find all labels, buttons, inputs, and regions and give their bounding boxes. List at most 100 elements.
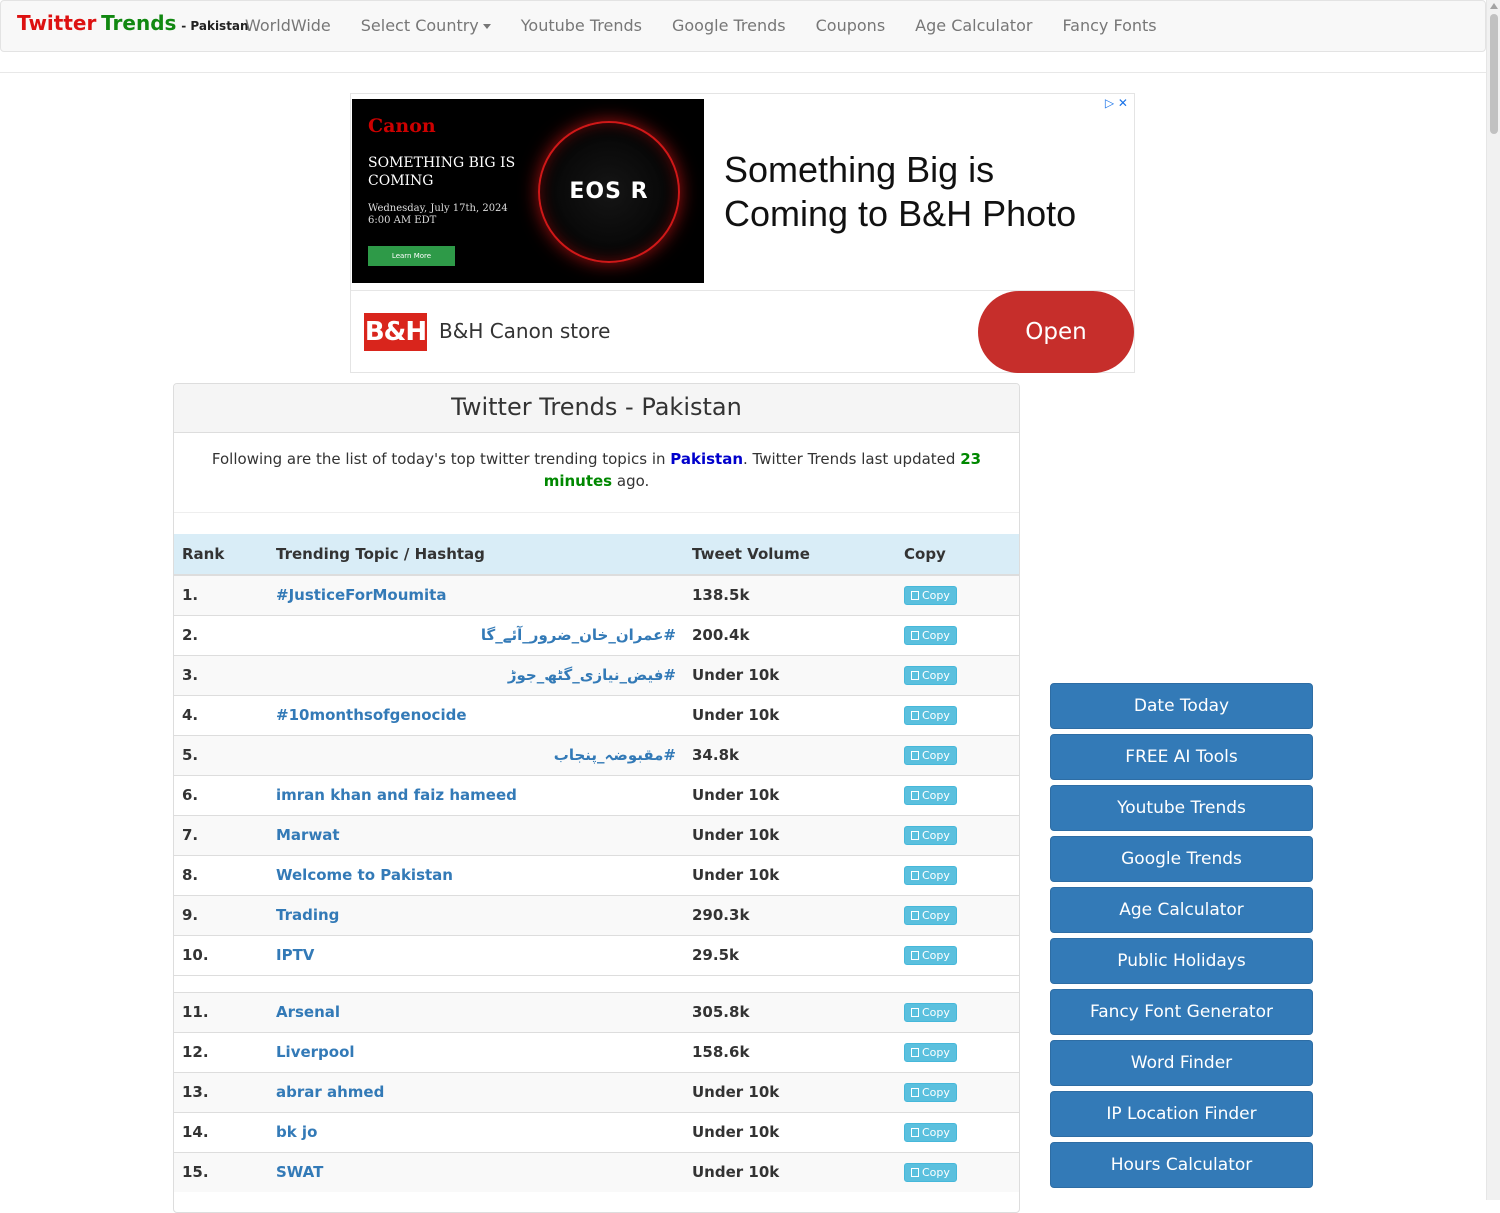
copy-icon <box>911 1088 919 1097</box>
copy-button[interactable]: Copy <box>904 1163 957 1183</box>
copy-button[interactable]: Copy <box>904 706 957 725</box>
table-row: 13. abrar ahmed Under 10k Copy <box>174 1071 1019 1112</box>
copy-cell: Copy <box>896 814 1019 855</box>
copy-icon <box>911 591 919 601</box>
copy-icon <box>911 911 919 920</box>
copy-icon <box>911 1048 919 1057</box>
header-rank: Rank <box>174 534 268 576</box>
nav-select-country[interactable]: Select Country <box>346 1 506 51</box>
trend-topic-link[interactable]: Trading <box>268 894 684 935</box>
copy-button[interactable]: Copy <box>904 666 957 685</box>
trend-topic-link[interactable]: imran khan and faiz hameed <box>268 774 684 815</box>
copy-icon <box>911 631 919 640</box>
trend-topic-link[interactable]: #عمران_خان_ضرور_آئے_گا <box>268 614 684 655</box>
copy-cell: Copy <box>896 1151 1019 1192</box>
copy-button[interactable]: Copy <box>904 1043 957 1062</box>
copy-button[interactable]: Copy <box>904 866 957 885</box>
trend-topic-link[interactable]: Welcome to Pakistan <box>268 854 684 895</box>
trend-topic-link[interactable]: bk jo <box>268 1111 684 1152</box>
header-topic: Trending Topic / Hashtag <box>268 534 684 576</box>
sidebar-link-google-trends[interactable]: Google Trends <box>1050 836 1313 882</box>
trend-rank: 12. <box>174 1031 268 1072</box>
sidebar-link-hours-calculator[interactable]: Hours Calculator <box>1050 1142 1313 1188</box>
copy-button[interactable]: Copy <box>904 946 957 965</box>
copy-icon <box>911 951 919 960</box>
sidebar-link-fancy-font-generator[interactable]: Fancy Font Generator <box>1050 989 1313 1035</box>
table-row: 4. #10monthsofgenocide Under 10k Copy <box>174 694 1019 735</box>
sidebar-link-ip-location-finder[interactable]: IP Location Finder <box>1050 1091 1313 1137</box>
trend-topic-link[interactable]: Arsenal <box>268 991 684 1032</box>
sidebar-link-date-today[interactable]: Date Today <box>1050 683 1313 729</box>
brand-twitter: Twitter <box>17 11 97 35</box>
copy-icon <box>911 671 919 680</box>
copy-cell: Copy <box>896 1071 1019 1112</box>
copy-button[interactable]: Copy <box>904 906 957 925</box>
brand-trends: Trends <box>101 11 177 35</box>
copy-icon <box>911 751 919 760</box>
trend-topic-link[interactable]: #JusticeForMoumita <box>268 574 684 615</box>
table-row: 12. Liverpool 158.6k Copy <box>174 1031 1019 1072</box>
copy-icon <box>911 1128 919 1137</box>
copy-cell: Copy <box>896 654 1019 695</box>
copy-button[interactable]: Copy <box>904 1083 957 1102</box>
copy-button[interactable]: Copy <box>904 786 957 805</box>
table-row: 11. Arsenal 305.8k Copy <box>174 991 1019 1032</box>
trends-panel: Twitter Trends - Pakistan Following are … <box>173 383 1020 1213</box>
copy-cell: Copy <box>896 694 1019 735</box>
table-row: 5. #مقبوضہ_پنجاب 34.8k Copy <box>174 734 1019 775</box>
copy-button[interactable]: Copy <box>904 826 957 845</box>
copy-label: Copy <box>922 589 950 603</box>
trend-volume: 158.6k <box>684 1031 896 1072</box>
trend-topic-link[interactable]: #مقبوضہ_پنجاب <box>268 734 684 775</box>
copy-icon <box>911 791 919 800</box>
ad-choices-icon[interactable]: ▷ ✕ <box>1105 96 1128 110</box>
trend-volume: Under 10k <box>684 654 896 695</box>
trend-rank: 1. <box>174 574 268 615</box>
trend-topic-link[interactable]: Marwat <box>268 814 684 855</box>
copy-button[interactable]: Copy <box>904 626 957 645</box>
table-row: 15. SWAT Under 10k Copy <box>174 1151 1019 1192</box>
copy-button[interactable]: Copy <box>904 1003 957 1022</box>
nav-google-trends[interactable]: Google Trends <box>657 1 801 51</box>
sidebar-link-age-calculator[interactable]: Age Calculator <box>1050 887 1313 933</box>
trend-topic-link[interactable]: Liverpool <box>268 1031 684 1072</box>
trend-volume: 29.5k <box>684 934 896 975</box>
trend-volume: 290.3k <box>684 894 896 935</box>
brand-logo[interactable]: Twitter Trends - Pakistan <box>17 11 249 35</box>
sidebar-link-youtube-trends[interactable]: Youtube Trends <box>1050 785 1313 831</box>
header-copy: Copy <box>896 534 1019 576</box>
ad-tagline: SOMETHING BIG IS COMING <box>368 155 516 189</box>
intro-post: ago. <box>616 472 650 490</box>
nav-youtube-trends[interactable]: Youtube Trends <box>506 1 657 51</box>
trend-topic-link[interactable]: #10monthsofgenocide <box>268 694 684 735</box>
ad-learn-more-button[interactable]: Learn More <box>368 246 455 266</box>
trend-rank: 6. <box>174 774 268 815</box>
nav-age-calculator[interactable]: Age Calculator <box>900 1 1047 51</box>
nav-fancy-fonts[interactable]: Fancy Fonts <box>1047 1 1171 51</box>
sidebar-link-free-ai-tools[interactable]: FREE AI Tools <box>1050 734 1313 780</box>
trend-topic-link[interactable]: #فیض_نیازی_گٹھ_جوڑ <box>268 654 684 695</box>
intro-country: Pakistan <box>670 450 744 468</box>
page-scrollbar[interactable] <box>1486 0 1500 1200</box>
sidebar-link-public-holidays[interactable]: Public Holidays <box>1050 938 1313 984</box>
navbar: Twitter Trends - Pakistan WorldWide Sele… <box>0 0 1486 52</box>
copy-icon <box>911 1008 919 1017</box>
sidebar-link-word-finder[interactable]: Word Finder <box>1050 1040 1313 1086</box>
ad-headline[interactable]: Something Big is Coming to B&H Photo <box>724 148 1124 236</box>
ad-image[interactable]: Canon SOMETHING BIG IS COMING Wednesday,… <box>352 99 704 283</box>
copy-button[interactable]: Copy <box>904 1123 957 1142</box>
bh-logo: B&H <box>364 313 427 351</box>
ad-banner[interactable]: Canon SOMETHING BIG IS COMING Wednesday,… <box>350 93 1135 373</box>
trend-volume: Under 10k <box>684 1151 896 1192</box>
trend-topic-link[interactable]: IPTV <box>268 934 684 975</box>
copy-button[interactable]: Copy <box>904 746 957 765</box>
trend-topic-link[interactable]: abrar ahmed <box>268 1071 684 1112</box>
copy-button[interactable]: Copy <box>904 586 957 606</box>
scroll-thumb[interactable] <box>1490 14 1498 134</box>
scroll-up-icon[interactable] <box>1490 3 1498 9</box>
copy-label: Copy <box>922 629 950 642</box>
nav-coupons[interactable]: Coupons <box>801 1 901 51</box>
ad-open-button[interactable]: Open <box>978 291 1134 373</box>
trend-topic-link[interactable]: SWAT <box>268 1151 684 1192</box>
nav-worldwide[interactable]: WorldWide <box>230 1 346 51</box>
